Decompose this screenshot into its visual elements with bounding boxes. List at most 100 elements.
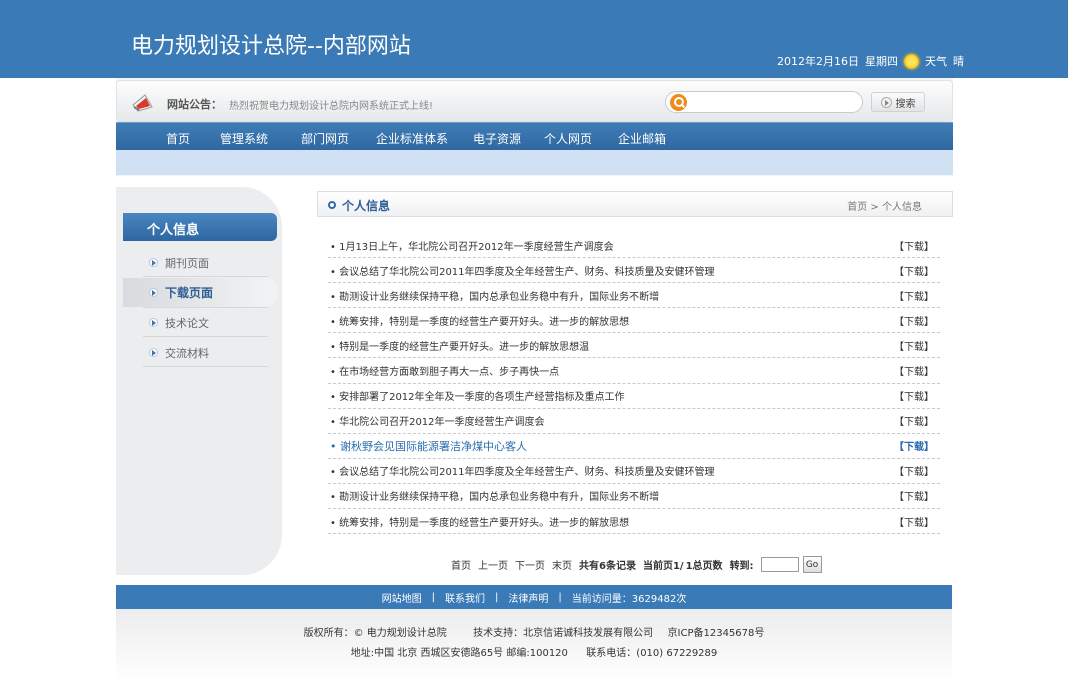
nav-item-home[interactable]: 首页 (166, 130, 190, 147)
main-header: 个人信息 首页 > 个人信息 (317, 191, 953, 217)
list-item-title[interactable]: • 在市场经营方面敢到胆子再大一点、步子再快一点 (328, 363, 559, 378)
list-item: • 会议总结了华北院公司2011年四季度及全年经营生产、财务、科技质量及安健环管… (328, 459, 940, 484)
divider (143, 366, 268, 367)
search-button-label: 搜索 (895, 98, 916, 110)
copyright-text: 版权所有：© 电力规划设计总院 (303, 628, 447, 639)
nav-item-management[interactable]: 管理系统 (220, 130, 268, 147)
download-link[interactable]: 【下载】 (894, 313, 940, 328)
list-item: • 安排部署了2012年全年及一季度的各项生产经营指标及重点工作 【下载】 (328, 384, 940, 409)
separator: | (558, 591, 562, 603)
list-item-title[interactable]: • 会议总结了华北院公司2011年四季度及全年经营生产、财务、科技质量及安健环管… (328, 263, 715, 278)
search-button[interactable]: 搜索 (871, 92, 925, 112)
list-item-title[interactable]: • 会议总结了华北院公司2011年四季度及全年经营生产、财务、科技质量及安健环管… (328, 463, 715, 478)
site-title: 电力规划设计总院--内部网站 (131, 34, 411, 59)
main-nav: 首页 管理系统 部门网页 企业标准体系 电子资源 个人网页 企业邮箱 (116, 122, 953, 150)
sidebar-item-label: 交流材料 (165, 346, 209, 360)
breadcrumb-home[interactable]: 首页 (847, 202, 867, 213)
sidebar-item-label: 技术论文 (165, 316, 209, 330)
notice-text[interactable]: 热烈祝贺电力规划设计总院内网系统正式上线! (229, 97, 433, 112)
download-link[interactable]: 【下载】 (894, 288, 940, 303)
footer-link-legal[interactable]: 法律声明 (508, 590, 548, 605)
address-text: 地址:中国 北京 西城区安德路65号 邮编:100120 (350, 648, 568, 659)
download-link[interactable]: 【下载】 (894, 413, 940, 428)
page-number-input[interactable] (760, 557, 799, 572)
list-item: • 特别是一季度的经营生产要开好头。进一步的解放思想温 【下载】 (328, 333, 940, 359)
date-text: 2012年2月16日 (777, 55, 859, 68)
separator: | (431, 591, 436, 603)
list-item-title[interactable]: • 勘测设计业务继续保持平稳，国内总承包业务稳中有升，国际业务不断增 (328, 488, 659, 503)
footer-info: 版权所有：© 电力规划设计总院 技术支持：北京信诺诚科技发展有限公司 京ICP备… (116, 609, 952, 683)
footer-address-line: 地址:中国 北京 西城区安德路65号 邮编:100120 联系电话：(010) … (116, 644, 952, 659)
support-text: 技术支持：北京信诺诚科技发展有限公司 (473, 628, 654, 639)
list-item-title[interactable]: • 统筹安排，特别是一季度的经营生产要开好头。进一步的解放思想 (328, 514, 629, 529)
download-link[interactable]: 【下载】 (894, 338, 940, 353)
sidebar-item-label: 期刊页面 (165, 256, 209, 270)
nav-item-personal[interactable]: 个人网页 (544, 130, 592, 147)
list-item: • 勘测设计业务继续保持平稳，国内总承包业务稳中有升，国际业务不断增 【下载】 (328, 283, 940, 309)
play-icon (880, 96, 892, 108)
separator: | (495, 591, 499, 603)
list-item: • 1月13日上午，华北院公司召开2012年一季度经营生产调度会 【下载】 (328, 233, 940, 259)
sidebar-item-download[interactable]: 下载页面 (123, 278, 277, 307)
sidebar (116, 187, 282, 575)
sub-strip (116, 150, 953, 175)
nav-item-departments[interactable]: 部门网页 (301, 130, 349, 147)
list-item: • 谢秋野会见国际能源署洁净煤中心客人 【下载】 (328, 434, 940, 459)
arrow-icon (149, 288, 158, 297)
list-item-title[interactable]: • 谢秋野会见国际能源署洁净煤中心客人 (328, 438, 527, 454)
nav-item-standards[interactable]: 企业标准体系 (376, 130, 448, 147)
download-link[interactable]: 【下载】 (894, 263, 940, 278)
list-item-title[interactable]: • 勘测设计业务继续保持平稳，国内总承包业务稳中有升，国际业务不断增 (328, 288, 659, 303)
divider (143, 276, 268, 277)
download-link[interactable]: 【下载】 (894, 463, 940, 478)
list-item: • 华北院公司召开2012年一季度经营生产调度会 【下载】 (328, 409, 940, 434)
sidebar-item-exchange[interactable]: 交流材料 (123, 338, 277, 367)
sidebar-item-label: 下载页面 (165, 286, 214, 300)
page-title: 个人信息 (342, 199, 391, 213)
pager-prev[interactable]: 上一页 (478, 557, 508, 572)
pager-last[interactable]: 末页 (552, 557, 572, 572)
download-link[interactable]: 【下载】 (894, 363, 940, 378)
pager-first[interactable]: 首页 (451, 557, 471, 572)
sun-icon (904, 53, 919, 69)
search-input[interactable] (692, 94, 856, 110)
download-link[interactable]: 【下载】 (894, 438, 940, 453)
bullet-icon (328, 201, 336, 209)
download-link[interactable]: 【下载】 (894, 388, 940, 403)
download-link[interactable]: 【下载】 (894, 238, 940, 253)
list-item: • 会议总结了华北院公司2011年四季度及全年经营生产、财务、科技质量及安健环管… (328, 258, 940, 284)
list-item-title[interactable]: • 1月13日上午，华北院公司召开2012年一季度经营生产调度会 (328, 238, 614, 253)
notice-bar: 网站公告： 热烈祝贺电力规划设计总院内网系统正式上线! 搜索 (116, 80, 953, 122)
pagination: 首页 上一页 下一页 末页 共有6条记录 当前页1/ 1总页数 转到: Go (451, 556, 822, 573)
breadcrumb: 首页 > 个人信息 (847, 198, 922, 213)
sidebar-item-papers[interactable]: 技术论文 (123, 308, 277, 337)
list-item-title[interactable]: • 特别是一季度的经营生产要开好头。进一步的解放思想温 (328, 338, 589, 353)
list-item-title[interactable]: • 华北院公司召开2012年一季度经营生产调度会 (328, 413, 545, 428)
breadcrumb-separator: > (870, 202, 879, 213)
sidebar-title: 个人信息 (123, 213, 277, 241)
download-link[interactable]: 【下载】 (894, 488, 940, 503)
list-item-title[interactable]: • 统筹安排，特别是一季度的经营生产要开好头。进一步的解放思想 (328, 313, 629, 328)
notice-label: 网站公告： (167, 98, 222, 111)
list-item: • 统筹安排，特别是一季度的经营生产要开好头。进一步的解放思想 【下载】 (328, 308, 940, 334)
download-link[interactable]: 【下载】 (894, 514, 940, 529)
list-item: • 在市场经营方面敢到胆子再大一点、步子再快一点 【下载】 (328, 358, 940, 384)
breadcrumb-current: 个人信息 (882, 202, 922, 213)
list-item-title[interactable]: • 安排部署了2012年全年及一季度的各项生产经营指标及重点工作 (328, 388, 625, 403)
nav-item-e-resources[interactable]: 电子资源 (473, 130, 521, 147)
divider (143, 336, 268, 337)
pager-pages: 1总页数 (685, 561, 723, 572)
footer-link-contact[interactable]: 联系我们 (445, 590, 485, 605)
pager-next[interactable]: 下一页 (515, 557, 545, 572)
sidebar-item-journal[interactable]: 期刊页面 (123, 248, 277, 277)
weekday-text: 星期四 (865, 55, 898, 68)
weather-value: 晴 (953, 55, 964, 68)
icp-text: 京ICP备12345678号 (667, 628, 765, 639)
nav-item-email[interactable]: 企业邮箱 (618, 130, 666, 147)
footer-copyright-line: 版权所有：© 电力规划设计总院 技术支持：北京信诺诚科技发展有限公司 京ICP备… (116, 624, 952, 639)
list-item: • 统筹安排，特别是一季度的经营生产要开好头。进一步的解放思想 【下载】 (328, 509, 940, 535)
footer-link-sitemap[interactable]: 网站地图 (382, 590, 422, 605)
go-button[interactable]: Go (802, 556, 822, 573)
search-box (665, 91, 863, 113)
pager-goto-label: 转到: (729, 561, 754, 572)
